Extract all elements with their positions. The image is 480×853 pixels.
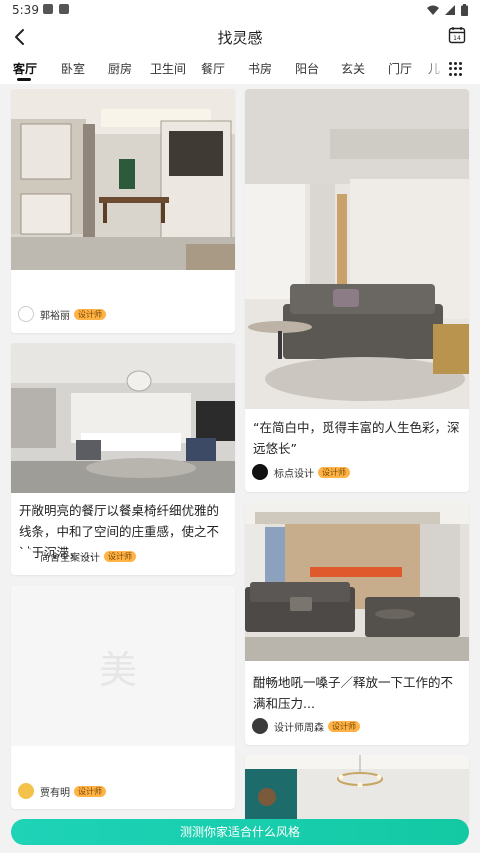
author-avatar: [18, 306, 34, 322]
cellular-icon: [445, 5, 455, 15]
image-placeholder: 美: [11, 586, 235, 746]
author-name: 贾有明: [40, 787, 70, 799]
system-icons: [427, 4, 468, 16]
tab-living-room[interactable]: 客厅: [13, 60, 37, 77]
tab-bedroom[interactable]: 卧室: [61, 60, 85, 77]
author-row[interactable]: 标点设计 设计师: [252, 463, 350, 481]
author-name: 标点设计: [274, 468, 314, 480]
author-avatar: [252, 464, 268, 480]
author-name: 尚舍全案设计: [40, 552, 100, 564]
inspiration-card[interactable]: [245, 755, 469, 825]
inspiration-card[interactable]: 酣畅地吼一嗓子／释放一下工作的不满和压力... 设计师周森 设计师: [245, 502, 469, 745]
designer-badge: 设计师: [104, 550, 136, 562]
tab-bathroom[interactable]: 卫生间: [150, 60, 186, 77]
image-icon: [43, 4, 53, 14]
author-row[interactable]: 设计师周森 设计师: [252, 717, 360, 735]
status-bar: 5:39: [0, 0, 480, 20]
active-tab-indicator: [17, 78, 31, 81]
card-description: 酣畅地吼一嗓子／释放一下工作的不满和压力...: [253, 675, 454, 711]
designer-badge: 设计师: [74, 785, 106, 797]
author-name: 设计师周森: [274, 722, 324, 734]
svg-text:14: 14: [453, 35, 461, 42]
designer-badge: 设计师: [318, 466, 350, 478]
inspiration-card[interactable]: 开敞明亮的餐厅以餐桌椅纤细优雅的线条，中和了空间的庄重感，使之不过于沉滞，...…: [11, 343, 235, 575]
notification-icons: [43, 4, 69, 14]
author-row[interactable]: 贾有明 设计师: [18, 782, 106, 800]
inspiration-card[interactable]: 郭裕丽 设计师: [11, 89, 235, 333]
style-quiz-button[interactable]: 测测你家适合什么风格: [11, 819, 469, 845]
tab-balcony[interactable]: 阳台: [295, 60, 319, 77]
app-header: 找灵感 14: [0, 20, 480, 54]
battery-icon: [461, 4, 468, 16]
designer-badge: 设计师: [74, 308, 106, 320]
tab-entrance[interactable]: 玄关: [341, 60, 365, 77]
author-avatar: [18, 548, 34, 564]
inspiration-card[interactable]: “在简白中，觅得丰富的人生色彩，深远悠长” 标点设计 设计师: [245, 89, 469, 492]
tabs-fade: [424, 54, 446, 84]
tab-foyer[interactable]: 门厅: [388, 60, 412, 77]
card-image: [245, 502, 469, 661]
card-image: [11, 343, 235, 493]
designer-badge: 设计师: [328, 720, 360, 732]
page-title: 找灵感: [217, 29, 263, 47]
more-categories-icon[interactable]: [449, 62, 463, 76]
tab-dining-room[interactable]: 餐厅: [201, 60, 225, 77]
wifi-icon: [427, 5, 439, 15]
card-image: [245, 89, 469, 409]
card-description: “在简白中，觅得丰富的人生色彩，深远悠长”: [253, 420, 460, 456]
card-image: [245, 755, 469, 825]
placeholder-logo: 美: [99, 648, 138, 692]
author-row[interactable]: 尚舍全案设计 设计师: [18, 547, 136, 565]
inspiration-card[interactable]: 美 贾有明 设计师: [11, 586, 235, 809]
category-tabs: 客厅 卧室 厨房 卫生间 餐厅 书房 阳台 玄关 门厅 儿: [0, 54, 480, 84]
tab-study[interactable]: 书房: [248, 60, 272, 77]
author-row[interactable]: 郭裕丽 设计师: [18, 305, 106, 323]
status-time: 5:39: [12, 3, 39, 17]
app-notification-icon: [59, 4, 69, 14]
author-name: 郭裕丽: [40, 310, 70, 322]
tab-kitchen[interactable]: 厨房: [108, 60, 132, 77]
author-avatar: [18, 783, 34, 799]
author-avatar: [252, 718, 268, 734]
calendar-icon[interactable]: 14: [448, 26, 466, 44]
card-image: [11, 89, 235, 270]
